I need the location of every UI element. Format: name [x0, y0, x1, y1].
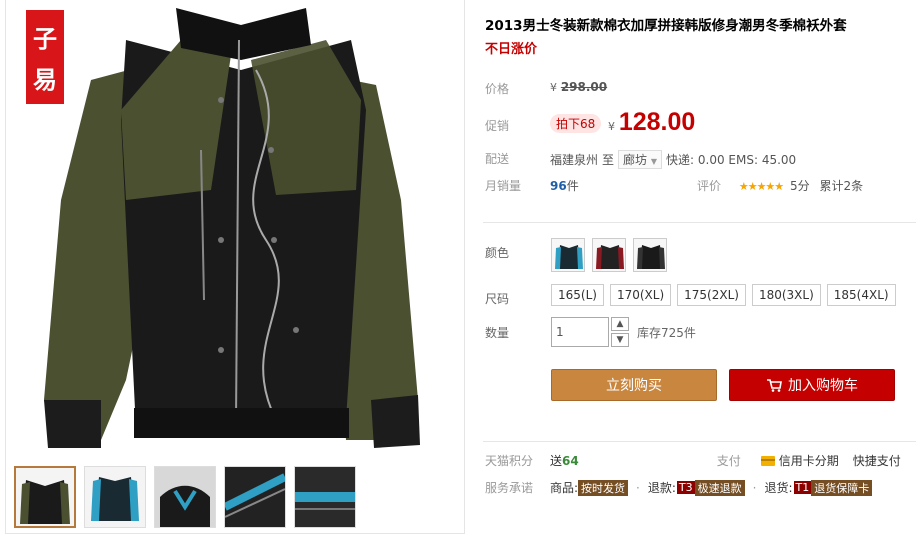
shipping-row: 福建泉州 至 廊坊 ▼ 快递: 0.00 EMS: 45.00	[550, 150, 796, 169]
sales-row: 96件	[550, 177, 579, 194]
main-product-image[interactable]: 子 易	[6, 0, 464, 452]
thumbnail-3[interactable]	[154, 466, 216, 528]
rating-score: 5分	[789, 179, 810, 193]
pay-label: 支付	[716, 454, 741, 468]
currency-symbol: ¥	[550, 81, 557, 94]
shipping-label: 配送	[485, 152, 510, 166]
chevron-down-icon: ▼	[650, 157, 658, 166]
qty-increase-button[interactable]: ▲	[611, 317, 629, 331]
thumbnail-4[interactable]	[224, 466, 286, 528]
thumb-zipper-detail	[225, 467, 285, 527]
return-guarantee-badge[interactable]: 退货保障卡	[811, 479, 873, 496]
thumbnail-strip	[14, 466, 356, 528]
size-option[interactable]: 165(L)	[551, 284, 604, 306]
color-swatch-red	[596, 245, 624, 269]
color-option-red[interactable]	[592, 238, 626, 272]
size-label: 尺码	[485, 292, 510, 306]
promo-price: ¥ 128.00	[608, 108, 695, 137]
color-swatch-teal	[555, 245, 583, 269]
original-price: ¥ 298.00	[550, 80, 607, 94]
credit-installment-label: 信用卡分期	[778, 454, 839, 468]
size-option[interactable]: 180(3XL)	[751, 284, 821, 306]
star-rating-icon: ★★★★★	[738, 180, 784, 193]
service-label: 服务承诺	[485, 481, 534, 495]
quantity-stepper: ▲ ▼ 库存725件	[551, 317, 696, 347]
service-row: 服务承诺 商品: 按时发货 · 退款: T3 极速退款 · 退货: T1 退货保障卡	[485, 479, 873, 496]
ship-to-word: 至	[602, 153, 615, 167]
rating-label: 评价	[697, 179, 722, 193]
separator: ·	[636, 480, 640, 495]
color-swatch-black	[637, 245, 665, 269]
credit-installment[interactable]: 信用卡分期	[760, 452, 839, 469]
qty-decrease-button[interactable]: ▼	[611, 333, 629, 347]
qty-label: 数量	[485, 326, 510, 340]
service-return: 退货:	[764, 481, 793, 495]
promo-tag: 拍下68	[550, 114, 602, 133]
thumbnail-1[interactable]	[14, 466, 76, 528]
separator: ·	[752, 480, 757, 495]
service-refund: 退款:	[647, 481, 676, 495]
product-info-panel: 2013男士冬装新款棉衣加厚拼接韩版修身潮男冬季棉袄外套 不日涨价 价格 ¥ 2…	[483, 0, 916, 534]
add-to-cart-button[interactable]: 加入购物车	[729, 369, 895, 401]
points-row: 天猫积分 送 64 支付 信用卡分期 快捷支付	[485, 452, 915, 469]
size-option[interactable]: 175(2XL)	[677, 284, 746, 306]
size-options: 165(L) 170(XL) 175(2XL) 180(3XL) 185(4XL…	[551, 284, 896, 306]
brand-char-2: 易	[33, 65, 57, 94]
jacket-image	[44, 8, 420, 448]
credit-card-icon	[760, 455, 775, 466]
thumb-collar-detail	[155, 467, 215, 527]
express-pay[interactable]: 快捷支付	[853, 452, 901, 469]
brand-badge: 子 易	[26, 10, 64, 104]
sales-label: 月销量	[485, 179, 522, 193]
product-subtitle: 不日涨价	[485, 42, 538, 57]
promo-price-value: 128.00	[618, 108, 696, 136]
promo-label: 促销	[485, 119, 510, 133]
points-label: 天猫积分	[485, 454, 534, 468]
thumbnail-2[interactable]	[84, 466, 146, 528]
thumb-jacket-teal	[91, 477, 139, 521]
points-send: 送	[550, 454, 563, 468]
divider	[483, 441, 916, 442]
buy-now-button[interactable]: 立刻购买	[551, 369, 717, 401]
points-value: 64	[562, 453, 579, 468]
size-option[interactable]: 170(XL)	[609, 284, 672, 306]
shipping-rates: 快递: 0.00 EMS: 45.00	[666, 153, 797, 167]
quantity-input[interactable]	[551, 317, 609, 347]
divider	[483, 222, 916, 223]
add-to-cart-label: 加入购物车	[788, 378, 858, 394]
price-label: 价格	[485, 82, 510, 96]
color-option-black[interactable]	[633, 238, 667, 272]
product-title: 2013男士冬装新款棉衣加厚拼接韩版修身潮男冬季棉袄外套	[485, 18, 847, 34]
price-box: 价格 ¥ 298.00 促销 拍下68 ¥ 128.00 配送 福建泉州 至 廊…	[483, 66, 916, 196]
thumb-fabric-detail	[295, 467, 355, 527]
city-value: 廊坊	[623, 153, 648, 167]
city-select[interactable]: 廊坊 ▼	[618, 150, 663, 169]
qty-buttons: ▲ ▼	[611, 317, 629, 347]
promo-currency-symbol: ¥	[608, 120, 615, 133]
cart-icon	[767, 379, 782, 392]
sales-count: 96	[550, 179, 567, 193]
thumbnail-5[interactable]	[294, 466, 356, 528]
size-option[interactable]: 185(4XL)	[826, 284, 896, 306]
service-goods: 商品:	[550, 481, 579, 495]
thumb-jacket-olive	[20, 480, 70, 524]
rating-row: 评价 ★★★★★ 5分 累计2条	[697, 177, 863, 194]
color-option-teal[interactable]	[551, 238, 585, 272]
sales-unit: 件	[566, 179, 579, 193]
return-code-badge: T1	[793, 481, 812, 494]
review-count-link[interactable]: 累计2条	[819, 179, 863, 193]
ship-from: 福建泉州	[550, 153, 599, 167]
color-label: 颜色	[485, 246, 510, 260]
brand-char-1: 子	[33, 24, 57, 53]
product-gallery: 子 易	[5, 0, 465, 534]
fast-refund-badge[interactable]: 极速退款	[694, 479, 745, 496]
original-price-value: 298.00	[560, 80, 608, 94]
refund-code-badge: T3	[676, 481, 695, 494]
color-options	[551, 238, 667, 272]
on-time-ship-badge[interactable]: 按时发货	[578, 479, 629, 496]
stock-count: 库存725件	[637, 325, 696, 340]
